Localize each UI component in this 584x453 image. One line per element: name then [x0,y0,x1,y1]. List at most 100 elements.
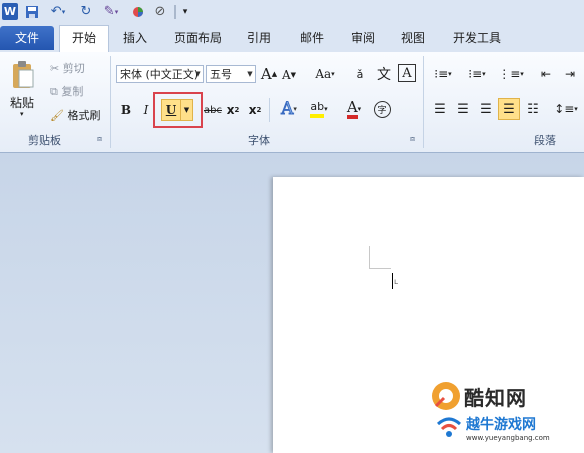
line-spacing-button[interactable]: ↕≡ ▾ [553,99,579,119]
justify-icon: ☰ [503,101,515,117]
tab-page-layout[interactable]: 页面布局 [170,26,226,50]
format-painter-label: 格式刷 [67,109,101,122]
grow-font-icon: A [260,65,272,83]
tab-insert[interactable]: 插入 [118,26,152,50]
divider [269,98,270,122]
italic-button[interactable]: I [138,100,154,120]
align-right-icon: ☰ [480,101,492,117]
underline-button[interactable]: U [161,99,181,121]
highlight-button[interactable]: ab ▾ [305,98,333,120]
bullets-button[interactable]: ⁝≡ ▾ [430,65,456,83]
character-border-button[interactable]: A [398,64,416,82]
save-icon[interactable] [24,3,40,20]
font-dialog-launcher-icon[interactable]: ⧈ [410,134,415,144]
decrease-indent-button[interactable]: ⇤ [536,65,556,83]
highlighter-icon: ab [310,100,325,118]
align-center-button[interactable]: ☰ [453,99,473,119]
increase-indent-icon: ⇥ [564,67,576,81]
copy-icon: ⧉ [50,85,58,98]
text-effect-icon: A [281,99,294,120]
ribbon-tabs: 文件 开始 插入 页面布局 引用 邮件 审阅 视图 开发工具 [0,24,584,53]
align-left-button[interactable]: ☰ [430,99,450,119]
tab-view[interactable]: 视图 [398,26,428,50]
line-spacing-icon: ↕≡ [554,102,575,116]
tab-mailings[interactable]: 邮件 [295,26,329,50]
clear-format-button[interactable]: ǎ [350,64,370,84]
pinyin-guide-button[interactable]: 文 [374,64,394,84]
no-style-icon[interactable]: ⊘ [152,3,168,20]
undo-icon[interactable]: ↶ ▾ [46,3,70,20]
enclose-icon: 字 [373,100,391,118]
customize-qat-icon[interactable]: ▾ [180,3,190,20]
multilevel-list-icon: ⋮≡ [498,67,521,81]
color-wheel-icon[interactable] [130,3,146,20]
paste-dropdown-icon[interactable]: ▾ [20,110,24,118]
text-effect-button[interactable]: A ▾ [276,98,302,120]
distribute-icon: ☷ [527,101,539,117]
subscript-icon: x [226,103,235,117]
shrink-font-button[interactable]: A ▼ [281,66,297,84]
change-case-icon: Aa [315,67,332,81]
watermark-brand: 酷知网 [464,386,527,410]
font-color-button[interactable]: A ▾ [340,98,368,120]
align-center-icon: ☰ [457,101,469,117]
tab-developer[interactable]: 开发工具 [448,26,506,50]
quick-access-toolbar: W ↶ ▾ ↻ ✎ ▾ ⊘ ▾ [0,0,584,25]
ribbon: 粘贴 ▾ ✂ 剪切 ⧉ 复制 🖌 格式刷 剪贴板 ⧈ 宋体 (中文正文) ▼ 五… [0,52,584,153]
distributed-button[interactable]: ☷ [523,99,543,119]
increase-indent-button[interactable]: ⇥ [560,65,580,83]
tab-home[interactable]: 开始 [59,25,109,53]
tab-references[interactable]: 引用 [244,26,274,50]
wifi-logo-icon [436,417,462,437]
repeat-icon[interactable]: ↻ [78,3,94,20]
group-separator [423,56,424,148]
paste-button[interactable] [8,56,38,94]
cursor-mark: ʟ [394,277,399,286]
watermark: 酷知网 越牛游戏网 www.yueyangbang.com [430,380,580,450]
align-right-button[interactable]: ☰ [476,99,496,119]
word-app-icon[interactable]: W [2,3,18,20]
underline-dropdown-icon[interactable]: ▼ [181,99,193,121]
font-name-combo[interactable]: 宋体 (中文正文) ▼ [116,65,204,83]
enclose-characters-button[interactable]: 字 [372,98,392,120]
strikethrough-button[interactable]: abc [203,100,223,120]
scissors-icon: ✂ [50,62,60,75]
superscript-button[interactable]: x2 [246,100,264,120]
decrease-indent-icon: ⇤ [540,67,552,81]
watermark-url: www.yueyangbang.com [466,434,550,442]
font-name-value: 宋体 (中文正文) [120,68,199,81]
format-painter-button[interactable]: 🖌 格式刷 [50,107,100,123]
text-cursor [392,273,393,289]
tab-review[interactable]: 审阅 [348,26,378,50]
copy-label: 复制 [61,85,84,98]
clipboard-group-label: 剪贴板 [28,134,61,147]
clipboard-icon [13,61,34,88]
clipboard-dialog-launcher-icon[interactable]: ⧈ [97,134,102,144]
pinyin-icon: 文 [377,67,391,83]
bullet-list-icon: ⁝≡ [434,67,449,81]
watermark-brand-2: 越牛游戏网 [466,417,536,433]
align-left-icon: ☰ [434,101,446,117]
font-group-label: 字体 [248,134,270,147]
subscript-button[interactable]: x2 [224,100,242,120]
chevron-down-icon[interactable]: ▼ [245,66,255,82]
font-size-combo[interactable]: 五号 ▼ [206,65,256,83]
numbering-button[interactable]: ⁝≡ ▾ [464,65,490,83]
paste-label[interactable]: 粘贴 [10,94,34,111]
format-brush-icon[interactable]: ✎ ▾ [100,3,122,20]
multilevel-list-button[interactable]: ⋮≡ ▾ [498,65,524,83]
superscript-icon: x [248,103,257,117]
justify-button[interactable]: ☰ [498,98,520,120]
change-case-button[interactable]: Aa ▾ [312,65,338,83]
font-size-value: 五号 [210,68,232,81]
cut-button[interactable]: ✂ 剪切 [50,60,85,76]
copy-button[interactable]: ⧉ 复制 [50,83,83,99]
chevron-down-icon[interactable]: ▼ [193,66,203,82]
bold-button[interactable]: B [118,100,134,120]
font-color-icon: A [346,99,358,119]
shrink-font-icon: A [281,68,291,82]
margin-corner-mark [369,246,370,268]
grow-font-button[interactable]: A ▲ [261,64,277,84]
group-separator [110,56,111,148]
tab-file[interactable]: 文件 [0,26,54,50]
